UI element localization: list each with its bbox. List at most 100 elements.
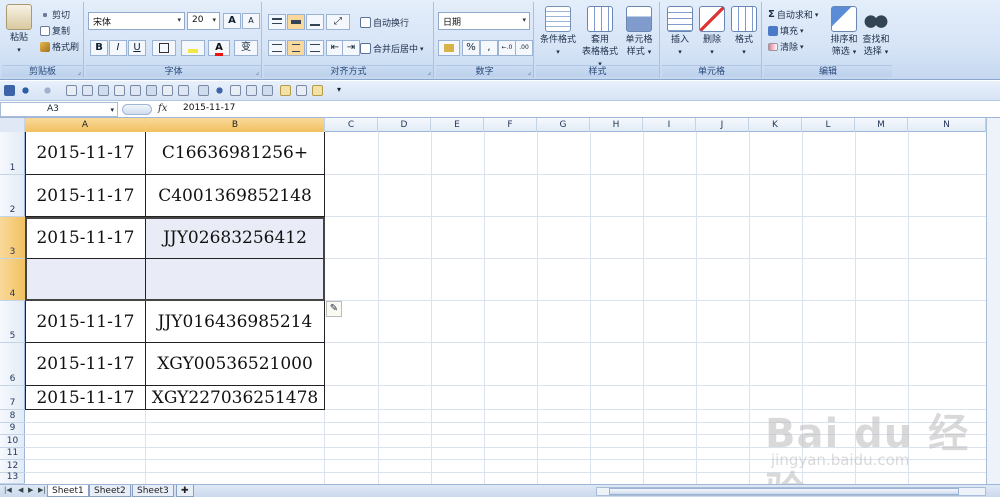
row-header-3[interactable]: 3 [0, 217, 25, 259]
toolbar-icon-3[interactable] [114, 85, 125, 96]
cut-button[interactable]: 剪切 [40, 8, 70, 21]
cell-b2[interactable]: C4001369852148 [146, 175, 325, 217]
horizontal-scroll-thumb[interactable] [609, 488, 959, 495]
row-header-7[interactable]: 7 [0, 386, 25, 410]
currency-button[interactable] [438, 40, 460, 56]
cell-a6[interactable]: 2015-11-17 [25, 343, 146, 386]
cell-a2[interactable]: 2015-11-17 [25, 175, 146, 217]
column-header-c[interactable]: C [325, 118, 378, 132]
customize-qat-icon[interactable]: ▾ [337, 85, 341, 94]
column-header-d[interactable]: D [378, 118, 431, 132]
row-header-1[interactable]: 1 [0, 132, 25, 175]
cell-styles-button[interactable]: 单元格 样式 ▾ [620, 6, 658, 58]
format-as-table-button[interactable]: 套用 表格格式 ▾ [580, 6, 620, 70]
paste-button[interactable]: 粘贴 ▾ [6, 4, 32, 56]
cell-b6[interactable]: XGY00536521000 [146, 343, 325, 386]
row-header-9[interactable]: 9 [0, 423, 25, 435]
align-center-button[interactable] [287, 40, 305, 56]
cell-b3[interactable]: JJY02683256412 [146, 217, 325, 259]
autosum-button[interactable]: Σ 自动求和 ▾ [768, 8, 818, 21]
toolbar-icon-4[interactable] [130, 85, 141, 96]
copy-button[interactable]: 复制 [40, 24, 70, 37]
cell-b1[interactable]: C16636981256+ [146, 132, 325, 175]
italic-button[interactable]: I [109, 40, 127, 56]
prev-sheet-icon[interactable]: ◀ [18, 486, 23, 494]
column-header-g[interactable]: G [537, 118, 590, 132]
column-header-a[interactable]: A [25, 118, 146, 132]
decrease-decimal-button[interactable]: .00 [515, 40, 533, 56]
save-icon[interactable] [4, 85, 15, 96]
comma-button[interactable]: , [480, 40, 498, 56]
increase-indent-button[interactable]: ⇥ [342, 40, 360, 56]
worksheet-grid[interactable]: 2015-11-17 C16636981256+ 2015-11-17 C400… [25, 132, 1000, 484]
insert-function-button[interactable]: fx [158, 103, 167, 114]
toolbar-icon-6[interactable] [162, 85, 173, 96]
align-top-button[interactable] [268, 14, 286, 30]
bold-button[interactable]: B [90, 40, 108, 56]
vertical-scrollbar[interactable] [986, 118, 1000, 484]
last-sheet-icon[interactable]: ▶| [38, 486, 46, 494]
insert-sheet-button[interactable]: ✚ [176, 485, 194, 497]
row-header-4[interactable]: 4 [0, 259, 25, 301]
undo-icon[interactable] [20, 85, 31, 96]
format-painter-button[interactable]: 格式刷 [40, 40, 79, 53]
font-name-combo[interactable]: 宋体 ▾ [88, 12, 185, 30]
print-preview-icon[interactable] [66, 85, 77, 96]
redo-icon[interactable] [42, 85, 53, 96]
row-header-6[interactable]: 6 [0, 343, 25, 386]
number-format-combo[interactable]: 日期 ▾ [438, 12, 530, 30]
column-header-b[interactable]: B [146, 118, 325, 132]
column-header-h[interactable]: H [590, 118, 643, 132]
first-sheet-icon[interactable]: |◀ [4, 486, 12, 494]
alignment-launcher-icon[interactable]: ⌟ [428, 68, 431, 76]
row-header-11[interactable]: 11 [0, 448, 25, 460]
cell-b4[interactable] [146, 259, 325, 301]
clear-button[interactable]: 清除 ▾ [768, 40, 804, 53]
cell-b5[interactable]: JJY016436985214 [146, 301, 325, 343]
toolbar-icon-8[interactable] [198, 85, 209, 96]
next-sheet-icon[interactable]: ▶ [28, 486, 33, 494]
cell-b7[interactable]: XGY227036251478 [146, 386, 325, 410]
font-launcher-icon[interactable]: ⌟ [256, 68, 259, 76]
wrap-text-button[interactable]: 自动换行 [360, 16, 409, 29]
toolbar-icon-1[interactable] [82, 85, 93, 96]
column-header-l[interactable]: L [802, 118, 855, 132]
row-header-8[interactable]: 8 [0, 410, 25, 423]
cell-a4[interactable] [25, 259, 146, 301]
formula-bar-splitter-icon[interactable] [122, 104, 152, 115]
insert-button[interactable]: 插入 ▾ [664, 6, 696, 58]
clipboard-launcher-icon[interactable]: ⌟ [78, 68, 81, 76]
find-select-button[interactable]: 查找和 选择 ▾ [860, 6, 892, 58]
toolbar-icon-7[interactable] [178, 85, 189, 96]
sheet-tab-3[interactable]: Sheet3 [132, 485, 174, 497]
column-header-k[interactable]: K [749, 118, 802, 132]
fill-button[interactable]: 填充 ▾ [768, 24, 804, 37]
row-header-2[interactable]: 2 [0, 175, 25, 217]
row-header-13[interactable]: 13 [0, 472, 25, 484]
column-header-j[interactable]: J [696, 118, 749, 132]
grow-font-button[interactable]: A [223, 13, 241, 29]
toolbar-icon-10[interactable] [246, 85, 257, 96]
underline-button[interactable]: U [128, 40, 146, 56]
column-header-m[interactable]: M [855, 118, 908, 132]
align-bottom-button[interactable] [306, 14, 324, 30]
percent-button[interactable]: % [462, 40, 480, 56]
increase-decimal-button[interactable]: ←.0 [498, 40, 516, 56]
toolbar-icon-14[interactable] [312, 85, 323, 96]
cell-a3[interactable]: 2015-11-17 [25, 217, 146, 259]
sort-filter-button[interactable]: 排序和 筛选 ▾ [828, 6, 860, 58]
column-header-f[interactable]: F [484, 118, 537, 132]
column-header-e[interactable]: E [431, 118, 484, 132]
toolbar-icon-13[interactable] [296, 85, 307, 96]
shrink-font-button[interactable]: A [242, 13, 260, 29]
cell-a7[interactable]: 2015-11-17 [25, 386, 146, 410]
align-left-button[interactable] [268, 40, 286, 56]
column-header-n[interactable]: N [908, 118, 986, 132]
fill-color-button[interactable] [181, 40, 205, 56]
toolbar-icon-11[interactable] [262, 85, 273, 96]
formula-input[interactable]: 2015-11-17 [183, 103, 235, 113]
number-launcher-icon[interactable]: ⌟ [528, 68, 531, 76]
borders-button[interactable] [152, 40, 176, 56]
toolbar-icon-12[interactable] [280, 85, 291, 96]
format-button[interactable]: 格式 ▾ [728, 6, 760, 58]
